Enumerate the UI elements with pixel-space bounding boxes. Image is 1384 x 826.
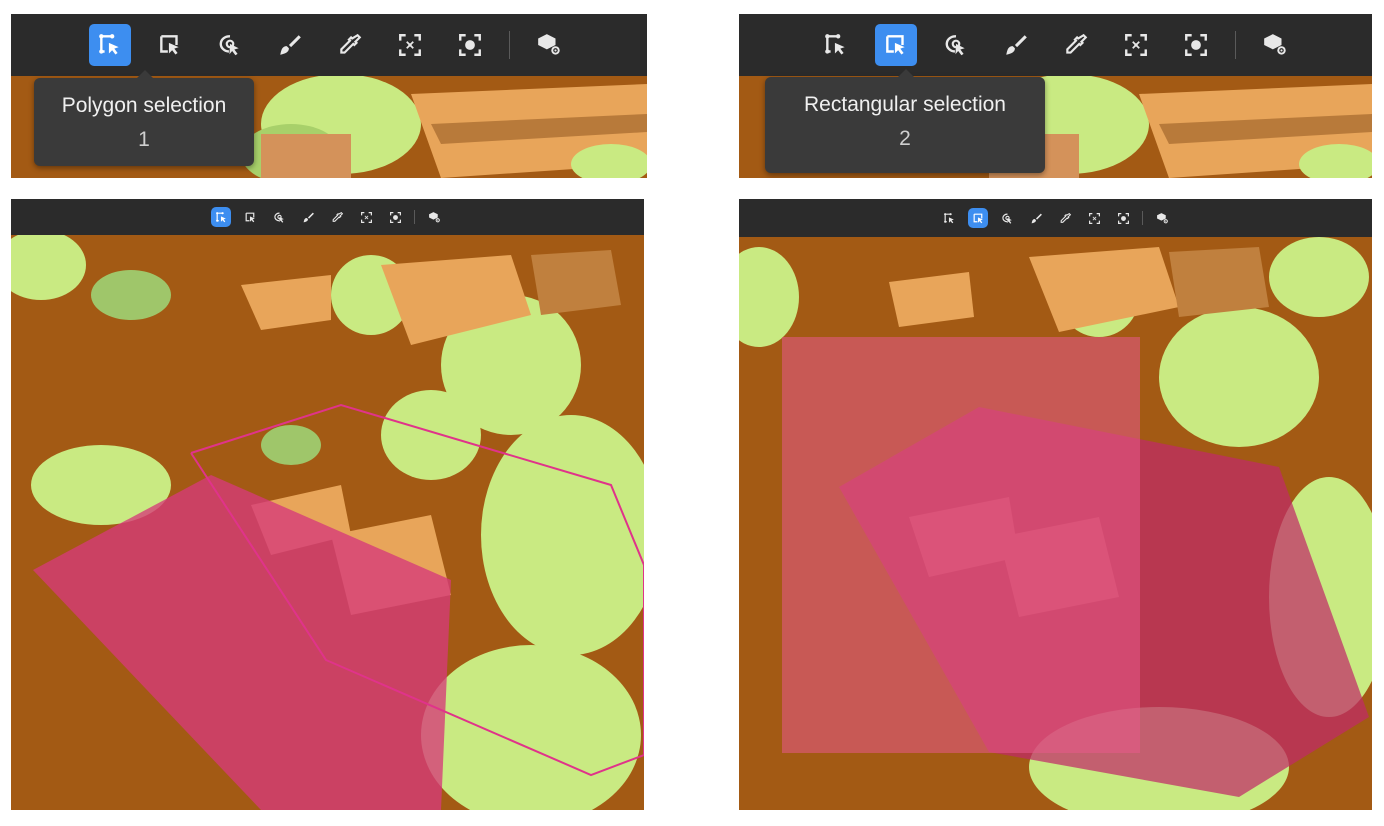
brush-button[interactable] xyxy=(1026,208,1046,228)
rect-select-icon xyxy=(157,32,183,58)
focus-expand-button[interactable] xyxy=(389,24,431,66)
rect-select-icon xyxy=(244,211,257,224)
focus-expand-button[interactable] xyxy=(1084,208,1104,228)
brush-icon xyxy=(1030,212,1043,225)
brush-icon xyxy=(302,211,315,224)
lasso-select-icon xyxy=(217,32,243,58)
rectangular-selection-button[interactable] xyxy=(149,24,191,66)
eyedropper-icon xyxy=(1063,32,1089,58)
polygon-selection-button[interactable] xyxy=(88,24,131,66)
rect-select-icon xyxy=(972,212,985,225)
focus-center-button[interactable] xyxy=(1175,24,1217,66)
brush-icon xyxy=(277,32,303,58)
lasso-select-icon xyxy=(1001,212,1014,225)
settings-button[interactable] xyxy=(1152,208,1172,228)
focus-expand-icon xyxy=(1088,212,1101,225)
tooltip: Polygon selection 1 xyxy=(34,70,254,166)
rectangular-selection-button[interactable] xyxy=(240,207,260,227)
cube-settings-icon xyxy=(536,32,562,58)
eyedropper-button[interactable] xyxy=(1055,24,1097,66)
rectangular-selection-button[interactable] xyxy=(875,24,917,66)
focus-expand-icon xyxy=(397,32,423,58)
brush-button[interactable] xyxy=(269,24,311,66)
settings-button[interactable] xyxy=(528,24,570,66)
lasso-selection-button[interactable] xyxy=(209,24,251,66)
tooltip-shortcut: 1 xyxy=(138,128,150,151)
toolbar-separator xyxy=(414,210,415,224)
eyedropper-icon xyxy=(1059,212,1072,225)
lasso-selection-button[interactable] xyxy=(269,207,289,227)
polygon-selection-button[interactable] xyxy=(211,207,231,227)
lasso-select-icon xyxy=(943,32,969,58)
rectangular-selection-button[interactable] xyxy=(968,208,988,228)
toolbar xyxy=(739,14,1372,76)
point-cloud-view[interactable] xyxy=(11,235,644,810)
eyedropper-button[interactable] xyxy=(327,207,347,227)
eyedropper-button[interactable] xyxy=(1055,208,1075,228)
focus-center-icon xyxy=(389,211,402,224)
polygon-selection-button[interactable] xyxy=(815,24,857,66)
brush-button[interactable] xyxy=(995,24,1037,66)
tooltip-shortcut: 2 xyxy=(899,127,911,150)
polygon-select-icon xyxy=(215,211,228,224)
toolbar xyxy=(11,199,644,235)
panel-top-left: Polygon selection 1 xyxy=(11,14,647,178)
focus-center-icon xyxy=(1117,212,1130,225)
eyedropper-button[interactable] xyxy=(329,24,371,66)
toolbar-separator xyxy=(1142,211,1143,225)
point-cloud-view[interactable] xyxy=(739,237,1372,810)
tooltip-title: Polygon selection xyxy=(61,94,227,117)
cube-settings-icon xyxy=(1156,212,1169,225)
cube-settings-icon xyxy=(428,211,441,224)
cube-settings-icon xyxy=(1262,32,1288,58)
panel-top-right: Rectangular selection 2 xyxy=(739,14,1372,178)
eyedropper-icon xyxy=(331,211,344,224)
focus-center-button[interactable] xyxy=(385,207,405,227)
lasso-selection-button[interactable] xyxy=(935,24,977,66)
brush-icon xyxy=(1003,32,1029,58)
focus-expand-icon xyxy=(360,211,373,224)
panel-bottom-left xyxy=(11,199,644,810)
toolbar xyxy=(739,199,1372,237)
toolbar-separator xyxy=(1235,31,1236,59)
lasso-selection-button[interactable] xyxy=(997,208,1017,228)
lasso-select-icon xyxy=(273,211,286,224)
focus-center-icon xyxy=(1183,32,1209,58)
polygon-select-icon xyxy=(943,212,956,225)
focus-expand-button[interactable] xyxy=(356,207,376,227)
rect-select-icon xyxy=(883,32,909,58)
focus-center-button[interactable] xyxy=(449,24,491,66)
focus-center-icon xyxy=(457,32,483,58)
brush-button[interactable] xyxy=(298,207,318,227)
focus-expand-icon xyxy=(1123,32,1149,58)
focus-center-button[interactable] xyxy=(1113,208,1133,228)
toolbar-separator xyxy=(508,31,510,59)
settings-button[interactable] xyxy=(424,207,444,227)
polygon-selection-button[interactable] xyxy=(939,208,959,228)
settings-button[interactable] xyxy=(1254,24,1296,66)
tooltip-title: Rectangular selection xyxy=(804,93,1006,116)
tooltip: Rectangular selection 2 xyxy=(765,69,1045,173)
polygon-select-icon xyxy=(97,32,123,58)
polygon-select-icon xyxy=(823,32,849,58)
panel-bottom-right xyxy=(739,199,1372,810)
focus-expand-button[interactable] xyxy=(1115,24,1157,66)
toolbar xyxy=(11,14,647,76)
eyedropper-icon xyxy=(337,32,363,58)
